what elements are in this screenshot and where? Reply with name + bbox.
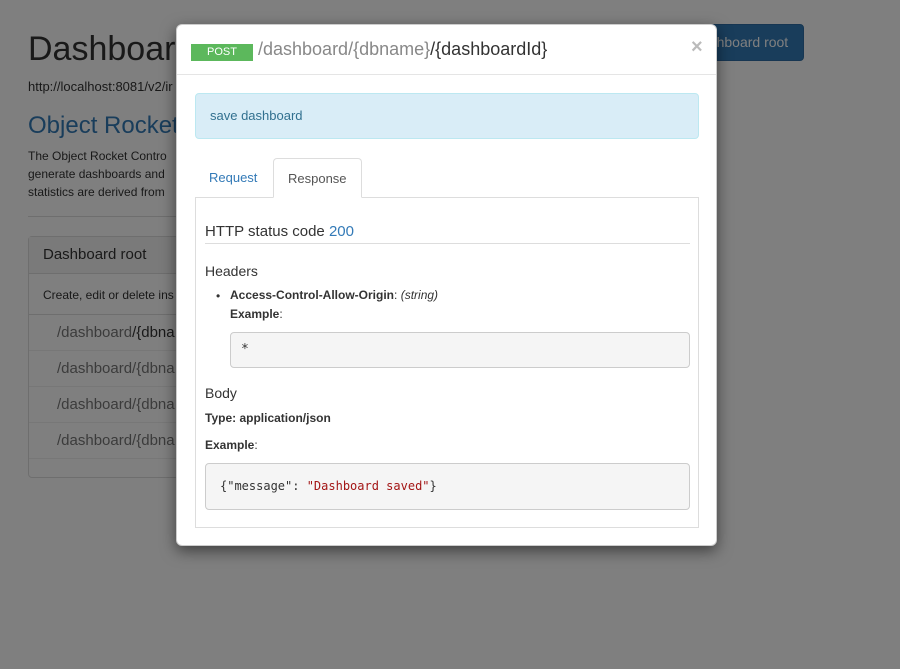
- json-end: }: [429, 479, 437, 493]
- example-label: Example: [230, 307, 280, 321]
- close-icon[interactable]: ×: [691, 36, 703, 59]
- bullet-icon: •: [216, 289, 221, 303]
- header-separator: :: [394, 288, 398, 302]
- modal-header: POST /dashboard/{dbname}/{dashboardId} ×: [177, 25, 716, 75]
- response-pane: HTTP status code 200 Headers • Access-Co…: [195, 197, 699, 528]
- status-code: 200: [328, 223, 354, 240]
- modal-title: /dashboard/{dbname}/{dashboardId}: [258, 39, 547, 60]
- tab-bar: Request Response: [195, 158, 699, 198]
- status-label: HTTP status code: [205, 223, 325, 240]
- body-title: Body: [205, 385, 237, 401]
- endpoint-modal: POST /dashboard/{dbname}/{dashboardId} ×…: [176, 24, 717, 546]
- header-name: Access-Control-Allow-Origin: [230, 288, 395, 302]
- body-example-code: {"message": "Dashboard saved"}: [205, 463, 690, 510]
- tab-response[interactable]: Response: [273, 158, 362, 198]
- header-example-label: Example:: [230, 307, 283, 321]
- path-muted: /dashboard/{dbname}: [258, 39, 431, 59]
- body-type: Type: application/json: [205, 411, 331, 425]
- body-example-label: Example:: [205, 438, 258, 452]
- example-label: Example: [205, 438, 255, 452]
- headers-title: Headers: [205, 263, 258, 279]
- status-heading: HTTP status code 200: [205, 223, 354, 240]
- method-badge: POST: [191, 44, 253, 61]
- header-type: (string): [400, 288, 439, 302]
- path-dark: /{dashboardId}: [430, 39, 548, 59]
- divider: [205, 243, 690, 244]
- json-key: {"message":: [220, 479, 307, 493]
- header-entry: Access-Control-Allow-Origin: (string): [230, 288, 438, 302]
- header-example-code: *: [230, 332, 690, 368]
- tab-request[interactable]: Request: [195, 158, 271, 197]
- endpoint-description: save dashboard: [195, 93, 699, 139]
- json-string: "Dashboard saved": [306, 479, 430, 493]
